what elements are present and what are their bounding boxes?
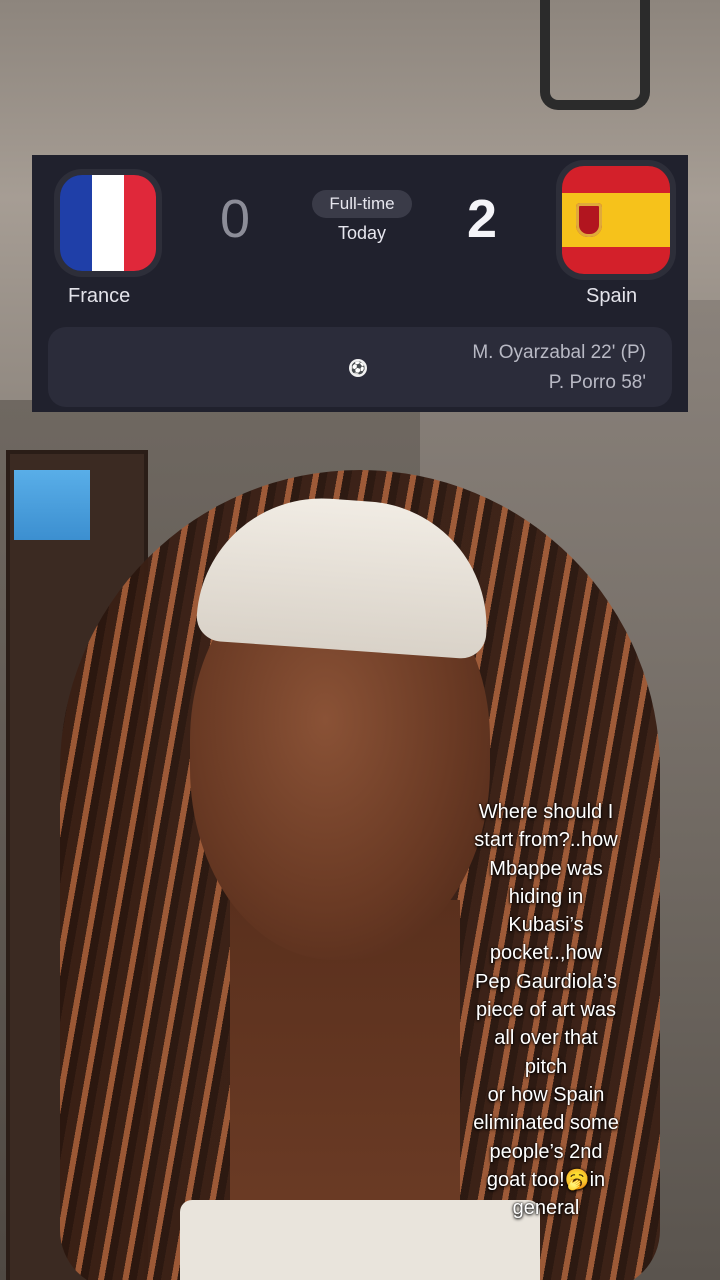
caption-line: or how Spain <box>487 1083 605 1106</box>
caption-line: people’s 2nd <box>489 1140 603 1163</box>
home-score: 0 <box>220 189 251 249</box>
spain-flag-icon <box>562 166 670 274</box>
caption-line: general <box>512 1197 580 1220</box>
caption-line: hiding in <box>508 885 584 908</box>
caption-line: pitch <box>524 1055 568 1078</box>
away-team-name: Spain <box>586 285 638 307</box>
caption-line: eliminated some <box>473 1112 619 1135</box>
caption-line: piece of art was <box>475 999 617 1022</box>
home-team-name: France <box>68 285 131 307</box>
match-date: Today <box>337 223 387 243</box>
match-status-badge: Full-time <box>312 190 412 218</box>
caption-line: Pep Gaurdiola’s <box>475 970 617 993</box>
away-score: 2 <box>467 189 498 249</box>
goal-scorers-panel: ⚽ M. Oyarzabal 22' (P) P. Porro 58' <box>48 327 672 407</box>
ceiling-lamp <box>540 0 650 110</box>
france-flag-icon <box>60 175 156 271</box>
caption-line: Kubasi’s <box>508 914 584 937</box>
soccer-ball-icon: ⚽ <box>349 359 367 377</box>
caption-line: goat too!🥱in <box>486 1168 606 1191</box>
scorer-entry: P. Porro 58' <box>548 372 646 393</box>
caption-line: Where should I <box>478 801 614 823</box>
caption-line: start from?..how <box>474 829 618 852</box>
caption-line: Mbappe was <box>489 857 603 880</box>
scorer-entry: M. Oyarzabal 22' (P) <box>472 342 646 363</box>
door-window <box>14 470 90 540</box>
caption-line: all over that <box>494 1027 598 1050</box>
video-caption: Where should I start from?..how Mbappe w… <box>448 798 644 1222</box>
match-score-card: France 0 Full-time Today 2 Spain ⚽ M. Oy… <box>32 155 688 412</box>
caption-line: pocket..,how <box>489 942 603 965</box>
